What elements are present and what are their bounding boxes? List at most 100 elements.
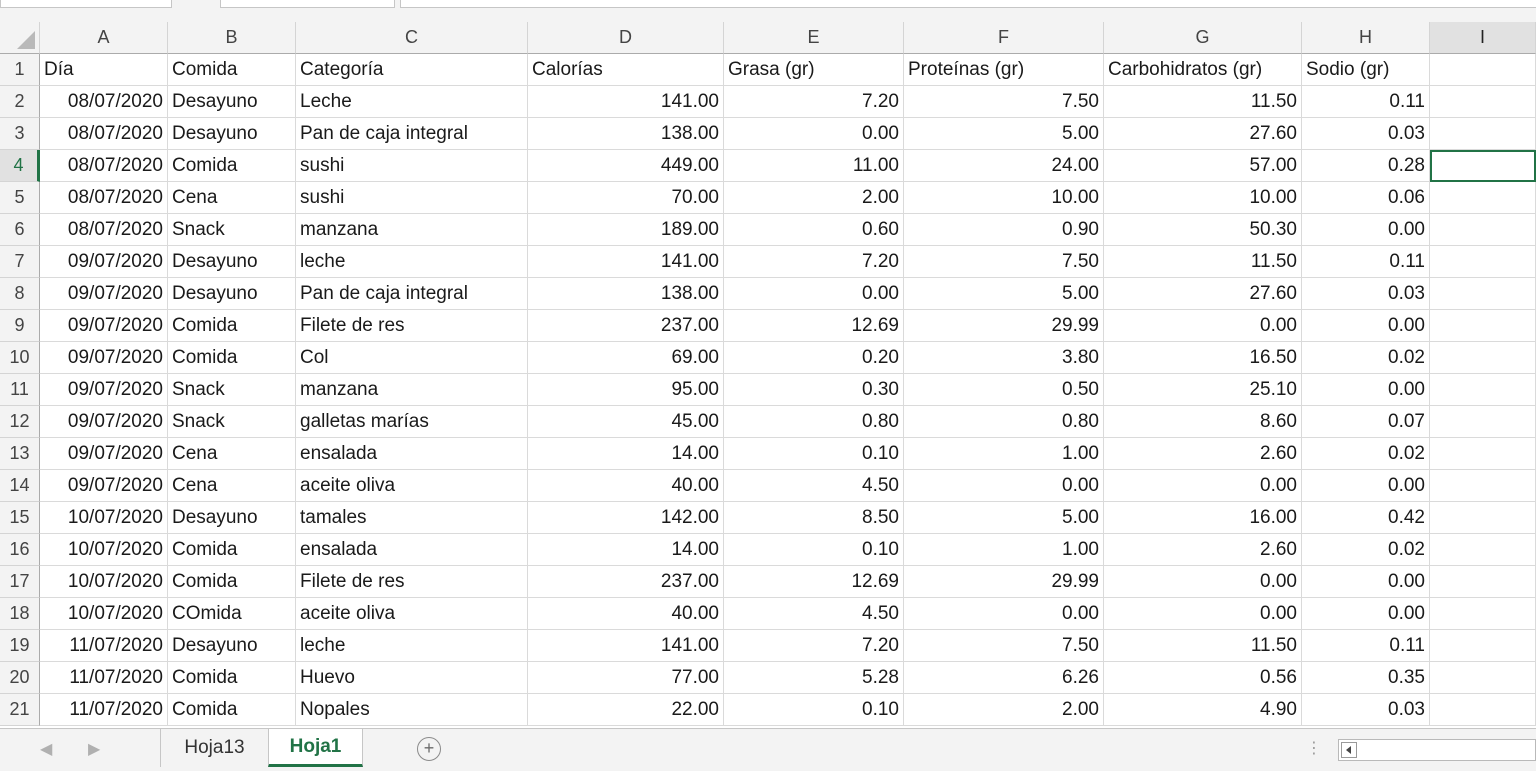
name-box[interactable] [0,0,172,8]
cell-b9[interactable]: Comida [168,310,296,342]
cell-c16[interactable]: ensalada [296,534,528,566]
cell-d12[interactable]: 45.00 [528,406,724,438]
cell-e6[interactable]: 0.60 [724,214,904,246]
cell-g18[interactable]: 0.00 [1104,598,1302,630]
sheet-tab-hoja1[interactable]: Hoja1 [268,729,363,767]
cell-e17[interactable]: 12.69 [724,566,904,598]
row-header-6[interactable]: 6 [0,214,40,246]
cell-a19[interactable]: 11/07/2020 [40,630,168,662]
cell-e8[interactable]: 0.00 [724,278,904,310]
cell-a10[interactable]: 09/07/2020 [40,342,168,374]
cell-i16[interactable] [1430,534,1536,566]
cell-e13[interactable]: 0.10 [724,438,904,470]
cell-c8[interactable]: Pan de caja integral [296,278,528,310]
more-options-icon[interactable]: ⋮ [1306,738,1322,758]
cell-h3[interactable]: 0.03 [1302,118,1430,150]
cell-c1[interactable]: Categoría [296,54,528,86]
cell-a7[interactable]: 09/07/2020 [40,246,168,278]
cell-f9[interactable]: 29.99 [904,310,1104,342]
cell-e16[interactable]: 0.10 [724,534,904,566]
cell-g21[interactable]: 4.90 [1104,694,1302,726]
cell-d2[interactable]: 141.00 [528,86,724,118]
cell-b11[interactable]: Snack [168,374,296,406]
cell-a6[interactable]: 08/07/2020 [40,214,168,246]
cell-g14[interactable]: 0.00 [1104,470,1302,502]
cell-a3[interactable]: 08/07/2020 [40,118,168,150]
cell-g20[interactable]: 0.56 [1104,662,1302,694]
cell-c11[interactable]: manzana [296,374,528,406]
cell-b13[interactable]: Cena [168,438,296,470]
cell-f7[interactable]: 7.50 [904,246,1104,278]
cell-i17[interactable] [1430,566,1536,598]
cell-h13[interactable]: 0.02 [1302,438,1430,470]
cell-a17[interactable]: 10/07/2020 [40,566,168,598]
cell-d7[interactable]: 141.00 [528,246,724,278]
cell-c19[interactable]: leche [296,630,528,662]
cell-d17[interactable]: 237.00 [528,566,724,598]
cell-b1[interactable]: Comida [168,54,296,86]
cell-h6[interactable]: 0.00 [1302,214,1430,246]
cell-i12[interactable] [1430,406,1536,438]
cell-f12[interactable]: 0.80 [904,406,1104,438]
cell-d20[interactable]: 77.00 [528,662,724,694]
cell-d6[interactable]: 189.00 [528,214,724,246]
cell-d5[interactable]: 70.00 [528,182,724,214]
cell-b8[interactable]: Desayuno [168,278,296,310]
column-header-c[interactable]: C [296,22,528,54]
cell-b19[interactable]: Desayuno [168,630,296,662]
cell-f6[interactable]: 0.90 [904,214,1104,246]
cell-b14[interactable]: Cena [168,470,296,502]
cell-e12[interactable]: 0.80 [724,406,904,438]
row-header-16[interactable]: 16 [0,534,40,566]
cell-a5[interactable]: 08/07/2020 [40,182,168,214]
scroll-left-arrow-icon[interactable] [1341,742,1357,758]
cell-c10[interactable]: Col [296,342,528,374]
cell-i8[interactable] [1430,278,1536,310]
cell-g6[interactable]: 50.30 [1104,214,1302,246]
next-sheet-arrow-icon[interactable]: ▶ [88,739,100,759]
cell-d11[interactable]: 95.00 [528,374,724,406]
cell-h18[interactable]: 0.00 [1302,598,1430,630]
cell-h1[interactable]: Sodio (gr) [1302,54,1430,86]
column-header-a[interactable]: A [40,22,168,54]
formula-input[interactable] [400,0,1536,8]
cell-c17[interactable]: Filete de res [296,566,528,598]
cell-g1[interactable]: Carbohidratos (gr) [1104,54,1302,86]
cell-b5[interactable]: Cena [168,182,296,214]
cell-h7[interactable]: 0.11 [1302,246,1430,278]
cell-b16[interactable]: Comida [168,534,296,566]
cell-f18[interactable]: 0.00 [904,598,1104,630]
row-header-9[interactable]: 9 [0,310,40,342]
cell-g4[interactable]: 57.00 [1104,150,1302,182]
cell-c2[interactable]: Leche [296,86,528,118]
cell-c20[interactable]: Huevo [296,662,528,694]
column-header-d[interactable]: D [528,22,724,54]
cell-i3[interactable] [1430,118,1536,150]
cell-d9[interactable]: 237.00 [528,310,724,342]
cell-f15[interactable]: 5.00 [904,502,1104,534]
cell-b3[interactable]: Desayuno [168,118,296,150]
row-header-18[interactable]: 18 [0,598,40,630]
cell-c12[interactable]: galletas marías [296,406,528,438]
cell-d18[interactable]: 40.00 [528,598,724,630]
cell-d8[interactable]: 138.00 [528,278,724,310]
cell-b4[interactable]: Comida [168,150,296,182]
cell-c5[interactable]: sushi [296,182,528,214]
cell-c14[interactable]: aceite oliva [296,470,528,502]
cell-h2[interactable]: 0.11 [1302,86,1430,118]
cell-f20[interactable]: 6.26 [904,662,1104,694]
column-header-f[interactable]: F [904,22,1104,54]
cell-b10[interactable]: Comida [168,342,296,374]
cell-f2[interactable]: 7.50 [904,86,1104,118]
cell-h19[interactable]: 0.11 [1302,630,1430,662]
cell-g5[interactable]: 10.00 [1104,182,1302,214]
cell-c15[interactable]: tamales [296,502,528,534]
row-header-20[interactable]: 20 [0,662,40,694]
cell-i14[interactable] [1430,470,1536,502]
cell-i10[interactable] [1430,342,1536,374]
cell-g15[interactable]: 16.00 [1104,502,1302,534]
cell-h4[interactable]: 0.28 [1302,150,1430,182]
cell-e1[interactable]: Grasa (gr) [724,54,904,86]
column-header-g[interactable]: G [1104,22,1302,54]
cell-i18[interactable] [1430,598,1536,630]
